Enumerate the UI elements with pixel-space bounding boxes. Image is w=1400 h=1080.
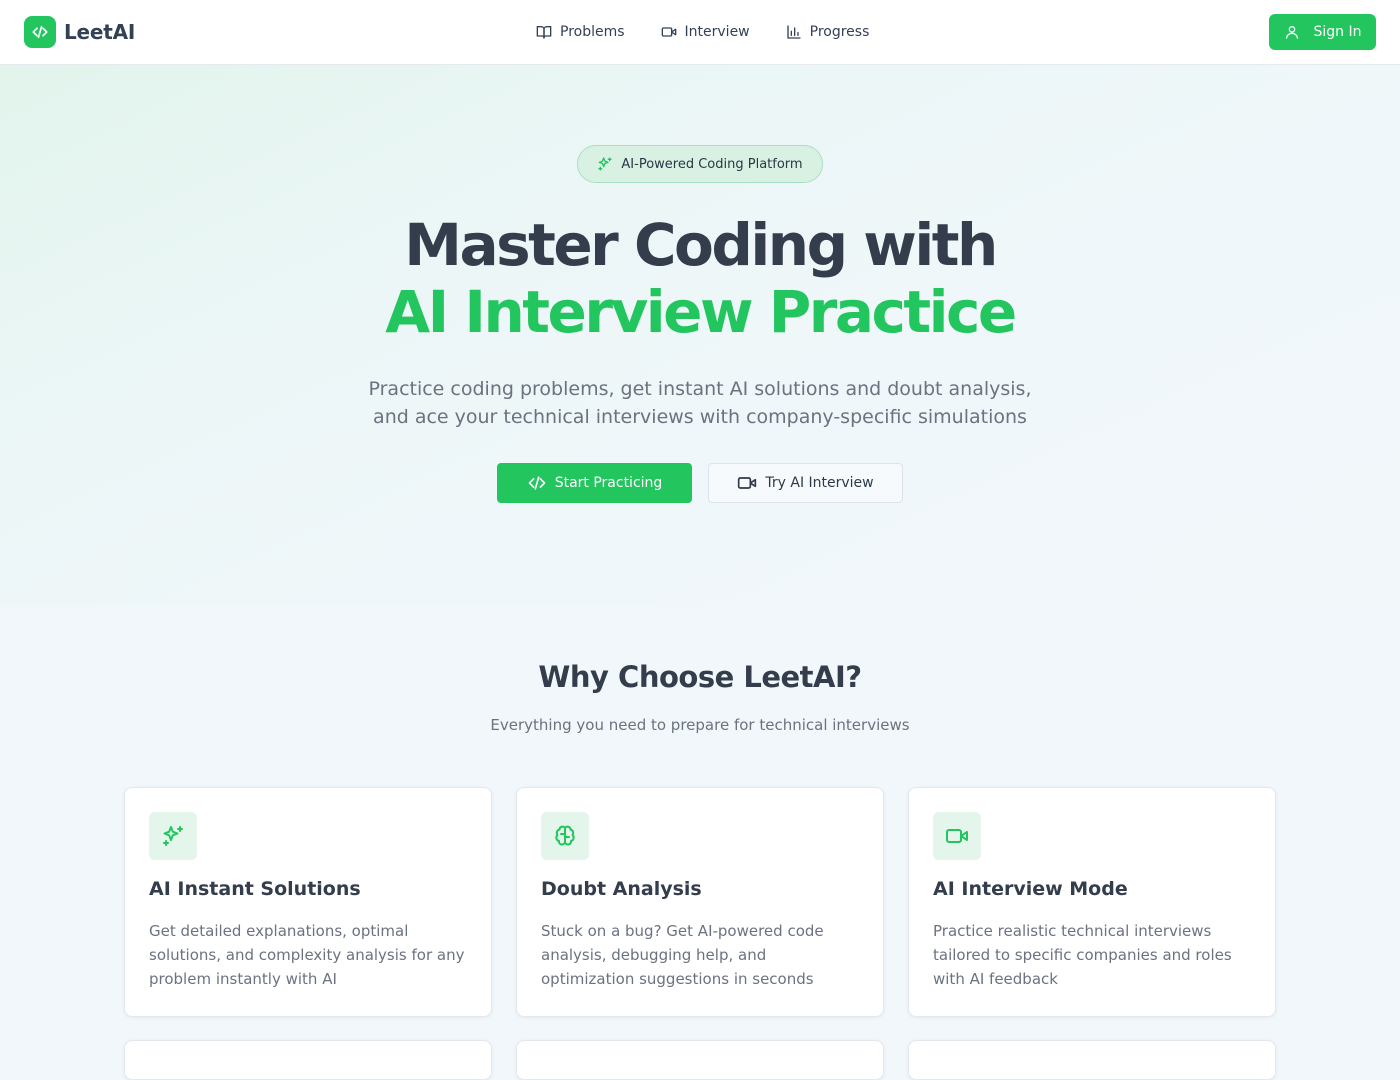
sign-in-button[interactable]: Sign In [1269, 14, 1376, 50]
sign-in-label: Sign In [1313, 24, 1362, 40]
nav-item-progress[interactable]: Progress [786, 20, 870, 44]
feature-card-ai-solutions: AI Instant Solutions Get detailed explan… [124, 787, 492, 1017]
hero-subtitle: Practice coding problems, get instant AI… [368, 378, 1032, 428]
platform-badge: AI-Powered Coding Platform [577, 145, 823, 183]
card-text: Stuck on a bug? Get AI-powered code anal… [541, 922, 824, 988]
start-practicing-button[interactable]: Start Practicing [497, 463, 692, 503]
main-nav: Problems Interview Progress [536, 20, 905, 44]
brand-name: LeetAI [64, 20, 136, 44]
try-ai-interview-button[interactable]: Try AI Interview [708, 463, 903, 503]
code-icon [528, 476, 546, 490]
video-icon [661, 27, 676, 37]
feature-card-partial [516, 1040, 884, 1080]
hero-title-line2: AI Interview Practice [385, 278, 1017, 346]
bar-chart-icon [786, 25, 801, 39]
card-title: AI Instant Solutions [149, 878, 361, 900]
feature-card-doubt-analysis: Doubt Analysis Stuck on a bug? Get AI-po… [516, 787, 884, 1017]
card-title: AI Interview Mode [933, 878, 1128, 900]
video-icon [933, 812, 981, 860]
card-title: Doubt Analysis [541, 878, 702, 900]
card-text: Practice realistic technical interviews … [933, 922, 1232, 988]
book-icon [536, 26, 552, 39]
sparkles-icon [598, 157, 613, 171]
nav-item-label: Progress [809, 24, 870, 40]
nav-item-label: Interview [684, 24, 750, 40]
sparkles-icon [149, 812, 197, 860]
hero-section: AI-Powered Coding Platform Master Coding… [0, 65, 1400, 605]
features-subtitle: Everything you need to prepare for techn… [490, 716, 910, 734]
nav-item-interview[interactable]: Interview [661, 20, 750, 44]
user-icon [1285, 26, 1298, 39]
video-icon [738, 477, 757, 489]
try-ai-interview-label: Try AI Interview [765, 475, 874, 491]
feature-card-interview-mode: AI Interview Mode Practice realistic tec… [908, 787, 1276, 1017]
feature-card-partial [124, 1040, 492, 1080]
start-practicing-label: Start Practicing [554, 475, 663, 491]
brain-icon [541, 812, 589, 860]
top-navbar: LeetAI Problems Interview Progress Sign … [0, 0, 1400, 65]
hero-title-line1: Master Coding with [404, 211, 998, 279]
nav-item-label: Problems [560, 24, 625, 40]
features-title: Why Choose LeetAI? [538, 660, 862, 694]
code-icon [24, 16, 56, 48]
badge-label: AI-Powered Coding Platform [621, 156, 803, 172]
brand-link[interactable]: LeetAI [24, 16, 135, 48]
card-text: Get detailed explanations, optimal solut… [149, 922, 465, 988]
nav-item-problems[interactable]: Problems [536, 20, 625, 44]
feature-card-partial [908, 1040, 1276, 1080]
